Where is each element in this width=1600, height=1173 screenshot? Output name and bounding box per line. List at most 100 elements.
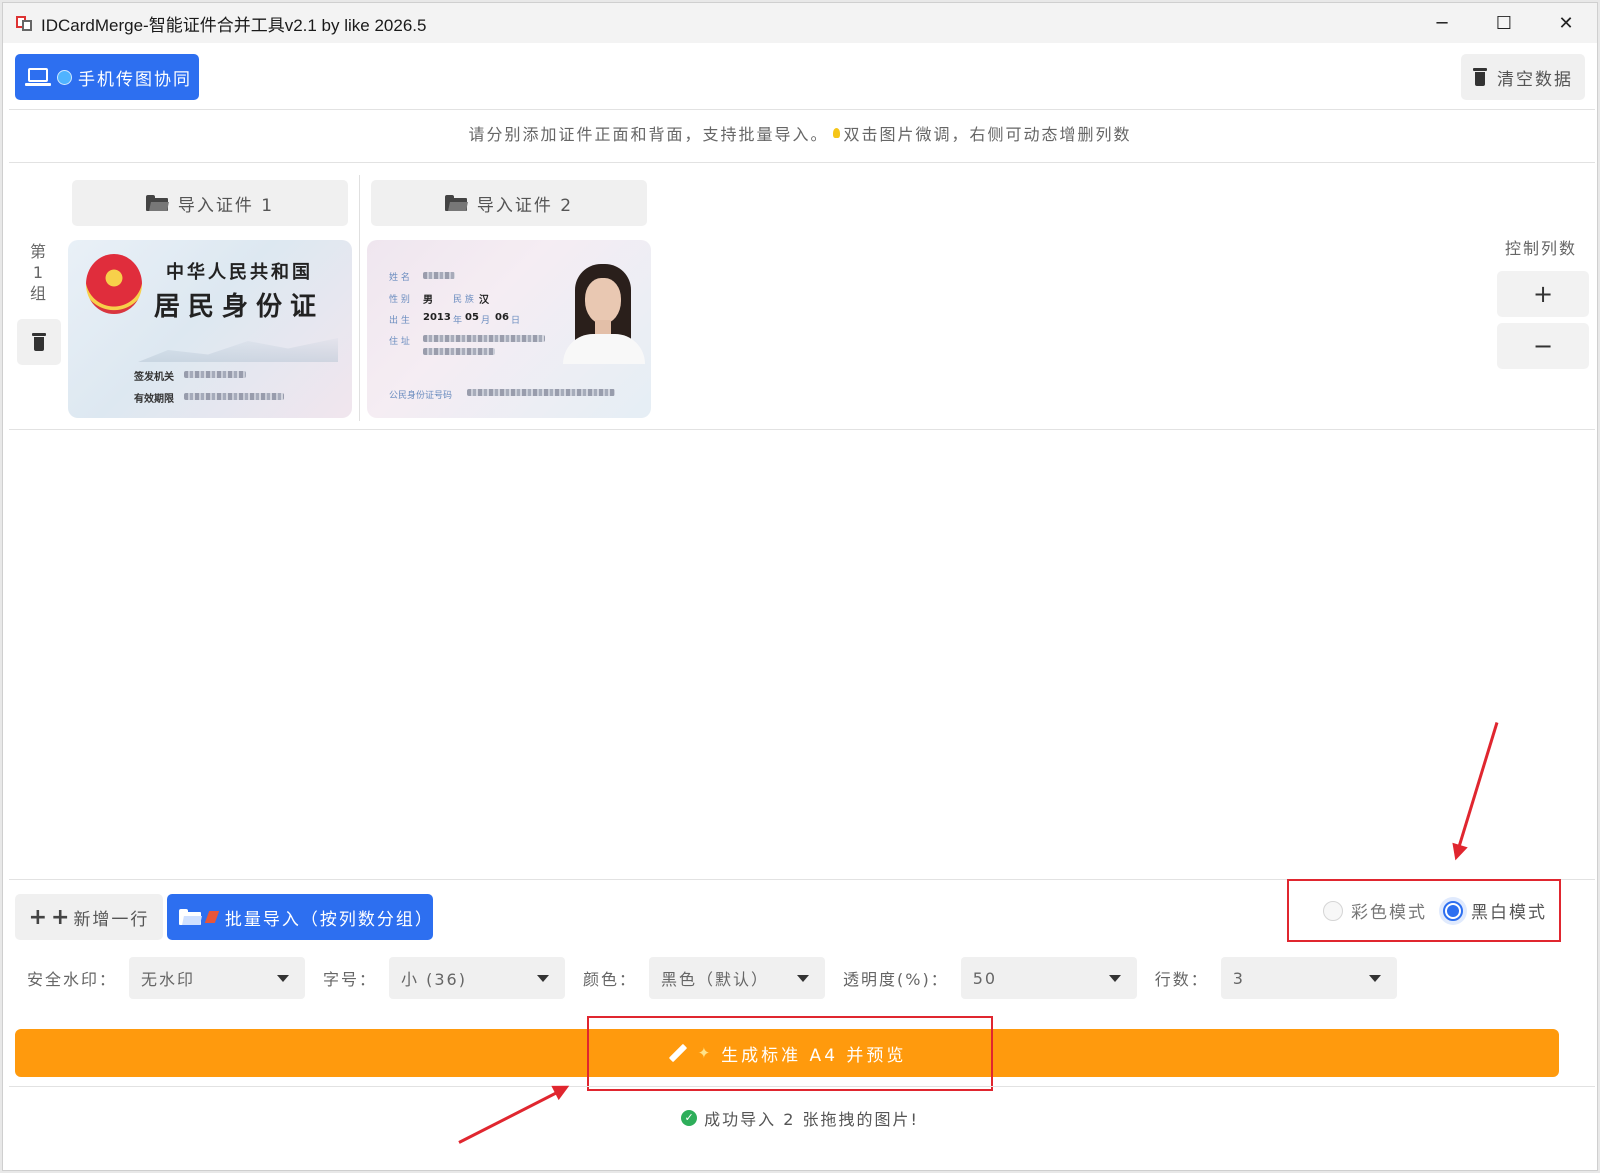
hint-text: 请分别添加证件正面和背面，支持批量导入。 双击图片微调，右侧可动态增删列数 — [3, 121, 1597, 145]
font-size-value: 小 (36) — [401, 970, 467, 989]
rows-value: 3 — [1232, 968, 1245, 988]
minimize-button[interactable]: ─ — [1411, 3, 1473, 43]
add-row-label: 新增一行 — [73, 909, 150, 930]
status-message: 成功导入 2 张拖拽的图片! — [704, 1110, 919, 1129]
group-label-char: 组 — [29, 284, 46, 303]
plus-icon: + — [51, 904, 72, 930]
watermark-select[interactable]: 无水印 — [129, 957, 306, 999]
watermark-value: 无水印 — [141, 970, 196, 989]
chevron-down-icon — [797, 974, 810, 982]
group-label-number: 1 — [32, 263, 44, 282]
divider — [9, 109, 1595, 110]
gender-label: 性 别 — [389, 295, 410, 305]
portrait-photo — [563, 264, 645, 364]
issuer-label: 签发机关 — [134, 372, 174, 383]
card-front-subtitle: 居民身份证 — [154, 292, 325, 322]
color-select[interactable]: 黑色（默认） — [649, 957, 826, 999]
divider — [9, 1086, 1595, 1087]
folder-open-icon — [145, 195, 169, 211]
remove-column-button[interactable]: − — [1497, 323, 1589, 369]
batch-import-button[interactable]: 批量导入（按列数分组） — [167, 894, 433, 940]
chevron-down-icon — [1108, 974, 1121, 982]
watermark-label: 安全水印： — [27, 970, 118, 989]
color-value: 黑色（默认） — [661, 970, 770, 989]
card-front-title: 中华人民共和国 — [166, 262, 313, 283]
add-row-button[interactable]: + + 新增一行 — [15, 894, 163, 940]
settings-row: 安全水印： 无水印 字号： 小 (36) 颜色： 黑色（默认） 透明度(%)： … — [27, 957, 1415, 999]
bw-mode-radio[interactable] — [1443, 900, 1463, 921]
name-label: 姓 名 — [389, 273, 410, 283]
rows-label: 行数： — [1154, 970, 1209, 989]
id-card-front-image[interactable]: 中华人民共和国 居民身份证 签发机关 有效期限 — [68, 240, 352, 418]
blurred-text — [423, 348, 495, 355]
chevron-down-icon — [277, 974, 290, 982]
mobile-sync-button[interactable]: 手机传图协同 — [15, 54, 199, 100]
id-number-label: 公民身份证号码 — [389, 391, 453, 401]
flag-icon — [204, 911, 220, 923]
chevron-down-icon — [537, 974, 550, 982]
title-bar: IDCardMerge-智能证件合并工具v2.1 by like 2026.5 … — [3, 3, 1597, 43]
import-card-1-button[interactable]: 导入证件 1 — [72, 180, 348, 226]
import-card-2-label: 导入证件 2 — [476, 195, 574, 216]
maximize-button[interactable]: ☐ — [1473, 3, 1535, 43]
opacity-value: 50 — [972, 968, 998, 988]
import-card-2-button[interactable]: 导入证件 2 — [371, 180, 647, 226]
clear-data-label: 清空数据 — [1497, 69, 1573, 90]
ethnic-label: 民 族 — [453, 295, 474, 305]
folder-open-icon — [179, 909, 202, 925]
lightbulb-icon — [832, 128, 840, 138]
year-unit: 年 — [453, 316, 463, 326]
close-button[interactable]: ✕ — [1535, 3, 1597, 43]
day-unit: 日 — [511, 316, 521, 326]
group-label-char: 第 — [29, 242, 46, 261]
birth-month: 05 — [465, 312, 479, 323]
clear-data-button[interactable]: 清空数据 — [1461, 54, 1585, 100]
app-icon — [15, 14, 33, 32]
column-divider — [359, 175, 360, 421]
add-column-button[interactable]: + — [1497, 271, 1589, 317]
font-size-select[interactable]: 小 (36) — [389, 957, 566, 999]
hint-part-1: 请分别添加证件正面和背面，支持批量导入。 — [468, 125, 829, 144]
blurred-text — [184, 393, 284, 400]
check-circle-icon: ✓ — [681, 1110, 698, 1126]
validity-label: 有效期限 — [134, 394, 174, 405]
annotation-box — [587, 1016, 993, 1091]
national-emblem-icon — [86, 254, 142, 314]
blurred-text — [423, 272, 455, 279]
status-bar: ✓ 成功导入 2 张拖拽的图片! — [3, 1106, 1597, 1130]
mobile-sync-label: 手机传图协同 — [78, 69, 192, 90]
color-mode-group: 彩色模式 黑白模式 — [1287, 879, 1561, 942]
trash-icon — [1473, 68, 1487, 86]
gender-value: 男 — [423, 295, 433, 306]
blurred-text — [423, 335, 545, 342]
month-unit: 月 — [481, 316, 491, 326]
window-controls: ─ ☐ ✕ — [1411, 3, 1597, 43]
bw-mode-label[interactable]: 黑白模式 — [1471, 898, 1547, 923]
hint-part-2: 双击图片微调，右侧可动态增删列数 — [843, 125, 1132, 144]
blurred-text — [467, 389, 615, 396]
plus-icon: + — [28, 904, 49, 930]
delete-group-button[interactable] — [17, 319, 61, 365]
import-card-1-label: 导入证件 1 — [177, 195, 275, 216]
font-size-label: 字号： — [323, 970, 378, 989]
rows-select[interactable]: 3 — [1220, 957, 1397, 999]
address-label: 住 址 — [389, 337, 410, 347]
annotation-arrow — [1454, 722, 1499, 857]
folder-open-icon — [444, 195, 468, 211]
window-title: IDCardMerge-智能证件合并工具v2.1 by like 2026.5 — [41, 15, 427, 35]
color-label: 颜色： — [583, 970, 638, 989]
birth-year: 2013 — [423, 312, 451, 323]
ethnic-value: 汉 — [479, 295, 489, 306]
opacity-select[interactable]: 50 — [960, 957, 1137, 999]
chevron-down-icon — [1368, 974, 1381, 982]
batch-import-label: 批量导入（按列数分组） — [224, 909, 434, 930]
blurred-text — [184, 371, 246, 378]
globe-icon — [57, 69, 72, 85]
id-card-back-image[interactable]: 姓 名 性 别 男 民 族 汉 出 生 2013 年 05 月 06 日 住 址… — [367, 240, 651, 418]
color-mode-radio[interactable] — [1323, 900, 1343, 921]
divider — [9, 162, 1595, 163]
color-mode-label[interactable]: 彩色模式 — [1351, 898, 1427, 923]
group-label: 第 1 组 — [27, 241, 49, 304]
birth-label: 出 生 — [389, 316, 410, 326]
divider — [9, 429, 1595, 430]
